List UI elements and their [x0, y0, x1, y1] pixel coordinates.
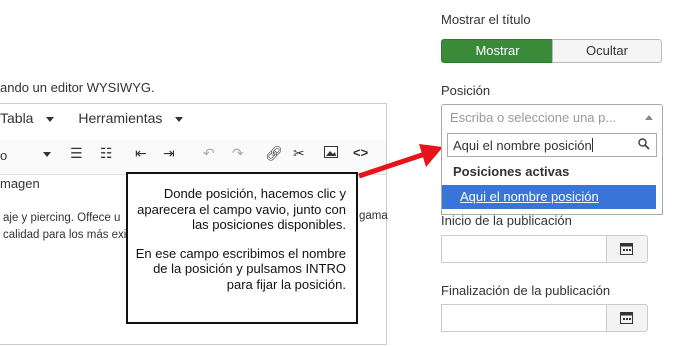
- publish-start-calendar-button[interactable]: [606, 235, 648, 263]
- show-title-label: Mostrar el título: [441, 12, 531, 27]
- chevron-down-icon: [175, 116, 184, 122]
- editor-content[interactable]: aje y piercing. Offece u calidad para lo…: [3, 210, 133, 244]
- content-line: aje y piercing. Offece u: [3, 212, 121, 224]
- undo-icon[interactable]: ↶: [203, 145, 215, 162]
- indent-icon[interactable]: ⇥: [163, 145, 175, 162]
- publish-start-label: Inicio de la publicación: [441, 213, 572, 228]
- bullet-list-icon[interactable]: ☰: [70, 145, 83, 162]
- position-option-label: Aqui el nombre posición: [460, 189, 599, 204]
- search-icon: [638, 138, 650, 150]
- publish-start-input[interactable]: [441, 235, 608, 263]
- calendar-icon: [620, 243, 633, 255]
- callout-paragraph: En ese campo escribimos el nombre de la …: [135, 245, 346, 292]
- callout-paragraph: Donde posición, hacemos clic y aparecera…: [137, 186, 346, 232]
- annotation-callout: Donde posición, hacemos clic y aparecera…: [126, 172, 358, 324]
- position-option[interactable]: Aqui el nombre posición: [442, 185, 656, 209]
- content-line: calidad para los más exig: [3, 229, 133, 241]
- image-icon[interactable]: [324, 146, 338, 161]
- hide-title-button[interactable]: Ocultar: [552, 39, 662, 63]
- editor-intro-text: ando un editor WYSIWYG.: [0, 80, 155, 95]
- redo-icon[interactable]: ↷: [232, 145, 244, 162]
- search-value: Aqui el nombre posición: [453, 138, 592, 153]
- numbered-list-icon[interactable]: ☷: [100, 145, 113, 162]
- editor-menubar: Tabla Herramientas: [0, 110, 203, 132]
- outdent-icon[interactable]: ⇤: [135, 145, 147, 162]
- unlink-icon[interactable]: ✂: [293, 145, 305, 162]
- format-dropdown-caret[interactable]: [40, 146, 51, 161]
- position-label: Posición: [441, 83, 491, 98]
- format-dropdown-label[interactable]: o: [0, 148, 7, 163]
- chevron-down-icon: [43, 152, 51, 158]
- active-positions-group: Posiciones activas: [453, 164, 570, 179]
- publish-end-calendar-button[interactable]: [606, 304, 648, 332]
- text-cursor: [591, 138, 593, 152]
- image-button-label[interactable]: magen: [0, 176, 40, 191]
- content-fragment: gama: [359, 210, 388, 222]
- publish-end-input[interactable]: [441, 304, 608, 332]
- menu-tabla[interactable]: Tabla: [0, 110, 64, 126]
- position-placeholder: Escriba o seleccione una p...: [450, 110, 617, 125]
- chevron-up-icon: [645, 115, 653, 120]
- position-select[interactable]: Escriba o seleccione una p...: [441, 104, 663, 130]
- position-search-input[interactable]: Aqui el nombre posición: [447, 133, 657, 157]
- publish-end-label: Finalización de la publicación: [441, 283, 611, 298]
- menu-herramientas[interactable]: Herramientas: [78, 110, 193, 126]
- link-icon[interactable]: 🔗︎: [265, 145, 283, 162]
- red-arrow-icon: [358, 144, 443, 179]
- chevron-down-icon: [46, 116, 55, 122]
- show-title-button[interactable]: Mostrar: [441, 39, 554, 63]
- calendar-icon: [620, 312, 633, 324]
